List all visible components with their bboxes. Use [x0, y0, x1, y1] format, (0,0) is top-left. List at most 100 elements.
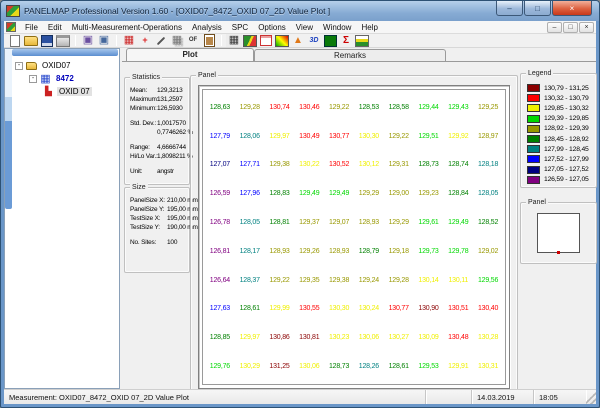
sign-pen-icon[interactable] — [153, 34, 169, 47]
grid-value: 127,63 — [209, 305, 230, 313]
content-area: - OXID07- ▦ 8472 ▙ OXID 07 Plot Remarks Statis… — [4, 48, 597, 398]
menu-analysis[interactable]: Analysis — [187, 21, 227, 34]
mdi-close-button[interactable]: × — [579, 22, 594, 33]
grid-value: 130,55 — [299, 305, 320, 313]
grid-value: 129,92 — [448, 132, 469, 140]
legend-entry: 127,99 - 128,45 — [527, 144, 593, 154]
tree-expander-icon[interactable]: - — [15, 61, 23, 70]
grid-value: 129,97 — [239, 334, 260, 342]
legend-color-swatch — [527, 135, 540, 144]
grid-value: 130,40 — [477, 305, 499, 313]
statistics-title: Statistics — [130, 73, 163, 82]
value-grid: 128,63 129,28 130,74 130,46 129,22 128,53 128,… — [204, 91, 504, 383]
grid-value: 128,05 — [239, 219, 260, 227]
align-points-icon[interactable] — [137, 34, 153, 47]
stat-row: Range: 4,6666744 — [130, 143, 187, 152]
save-icon[interactable] — [39, 34, 55, 47]
mdi-window-controls: – □ × — [547, 22, 594, 33]
map-2d-icon[interactable] — [242, 34, 258, 47]
stat-row: Std. Dev.: 1,0017570 — [130, 119, 187, 128]
grid-value: 129,37 — [299, 219, 320, 227]
grid-value: 126,59 — [209, 190, 230, 198]
grid-value: 128,06 — [239, 132, 260, 140]
menu-view[interactable]: View — [291, 21, 318, 34]
grid-value: 127,07 — [209, 161, 230, 169]
document-icon[interactable] — [6, 22, 16, 32]
vertical-scrollbar[interactable] — [5, 49, 12, 209]
paste-panel-icon[interactable] — [96, 34, 112, 47]
folder-icon — [26, 61, 37, 70]
menu-multi-measurement-operations[interactable]: Multi-Measurement-Operations — [67, 21, 187, 34]
print-icon[interactable] — [55, 34, 71, 47]
offset-of-icon[interactable]: OF — [185, 34, 201, 47]
grid-value: 129,26 — [299, 247, 320, 255]
toolbar-separator — [75, 35, 76, 46]
histogram-bars-icon[interactable] — [354, 34, 370, 47]
panel-origin-marker — [556, 251, 560, 254]
copy-panel-icon[interactable] — [80, 34, 96, 47]
grid-value: 128,58 — [388, 103, 409, 111]
sigma-spc-icon[interactable] — [338, 34, 354, 47]
tab-plot[interactable]: Plot — [126, 48, 254, 61]
color-map-icon[interactable] — [274, 34, 290, 47]
menu-window[interactable]: Window — [318, 21, 356, 34]
stat-value: 126,5930 — [157, 105, 183, 112]
horizontal-scrollbar[interactable] — [12, 49, 118, 56]
plot-3d-icon[interactable]: 3D — [306, 34, 322, 47]
mini-table-icon[interactable] — [258, 34, 274, 47]
stat-label: Mean: — [130, 87, 148, 94]
status-bar: Measurement: OXID07_8472_OXID 07_2D Valu… — [4, 389, 596, 404]
clipboard-icon[interactable] — [201, 34, 217, 47]
menu-help[interactable]: Help — [356, 21, 382, 34]
grid-value: 129,18 — [388, 247, 409, 255]
grid-value: 129,02 — [477, 247, 499, 255]
grid-value: 128,93 — [358, 219, 379, 227]
stat-value: 4,6666744 — [157, 144, 186, 151]
value-plot-2d-icon[interactable] — [322, 34, 338, 47]
grid-value: 128,84 — [448, 190, 469, 198]
chart-icon: ▙ — [45, 86, 52, 96]
mdi-restore-button[interactable]: □ — [563, 22, 578, 33]
stat-label: PanelSize Y: — [130, 206, 165, 213]
status-date: 14.03.2019 — [472, 390, 534, 404]
tree-item-oxid-07[interactable]: ▙ OXID 07 — [15, 85, 119, 98]
grid-value: 128,97 — [477, 132, 499, 140]
maximize-button[interactable]: □ — [524, 1, 551, 16]
duplicate-panel-icon[interactable] — [169, 34, 185, 47]
main-area: Plot Remarks Statistics Mean: 129,3213 Maxi… — [122, 48, 597, 398]
menu-bar: File Edit Multi-Measurement-Operations Anal… — [4, 21, 596, 34]
new-file-icon[interactable] — [7, 34, 23, 47]
minimize-button[interactable]: – — [496, 1, 523, 16]
grid-value: 128,17 — [239, 247, 260, 255]
tree-item-oxid07[interactable]: - OXID07 — [15, 59, 119, 72]
grid-value: 128,73 — [418, 161, 439, 169]
stat-label: Hi/Lo Var.: — [130, 153, 158, 160]
edit-grid-icon[interactable] — [121, 34, 137, 47]
grid-value: 129,44 — [418, 103, 439, 111]
open-folder-icon[interactable] — [23, 34, 39, 47]
menu-edit[interactable]: Edit — [43, 21, 67, 34]
grid-value: 128,37 — [239, 276, 260, 284]
statistics-groupbox: Statistics Mean: 129,3213 Maximum: 131,2597… — [124, 73, 193, 185]
grid-value: 129,49 — [328, 190, 350, 198]
resize-grip[interactable] — [586, 390, 596, 404]
grid-value: 128,53 — [358, 103, 379, 111]
grid-value: 129,35 — [299, 276, 320, 284]
legend-entry: 128,45 - 128,92 — [527, 134, 593, 144]
status-time: 18:05 — [534, 390, 586, 404]
mdi-minimize-button[interactable]: – — [547, 22, 562, 33]
close-button[interactable]: × — [552, 1, 592, 16]
legend-entry: 129,39 - 129,85 — [527, 114, 593, 124]
grid-value: 129,31 — [388, 161, 409, 169]
stat-label: Minimum: — [130, 105, 157, 112]
histogram-flame-icon[interactable] — [290, 34, 306, 47]
value-table-icon[interactable] — [226, 34, 242, 47]
tree-expander-icon[interactable]: - — [29, 74, 37, 83]
menu-file[interactable]: File — [20, 21, 43, 34]
menu-spc[interactable]: SPC — [227, 21, 253, 34]
tree-item-8472[interactable]: - ▦ 8472 — [15, 72, 119, 85]
stat-value: 1,8098211 % — [157, 153, 193, 160]
menu-options[interactable]: Options — [253, 21, 291, 34]
tab-remarks[interactable]: Remarks — [254, 49, 446, 61]
grid-value: 130,14 — [418, 276, 439, 284]
